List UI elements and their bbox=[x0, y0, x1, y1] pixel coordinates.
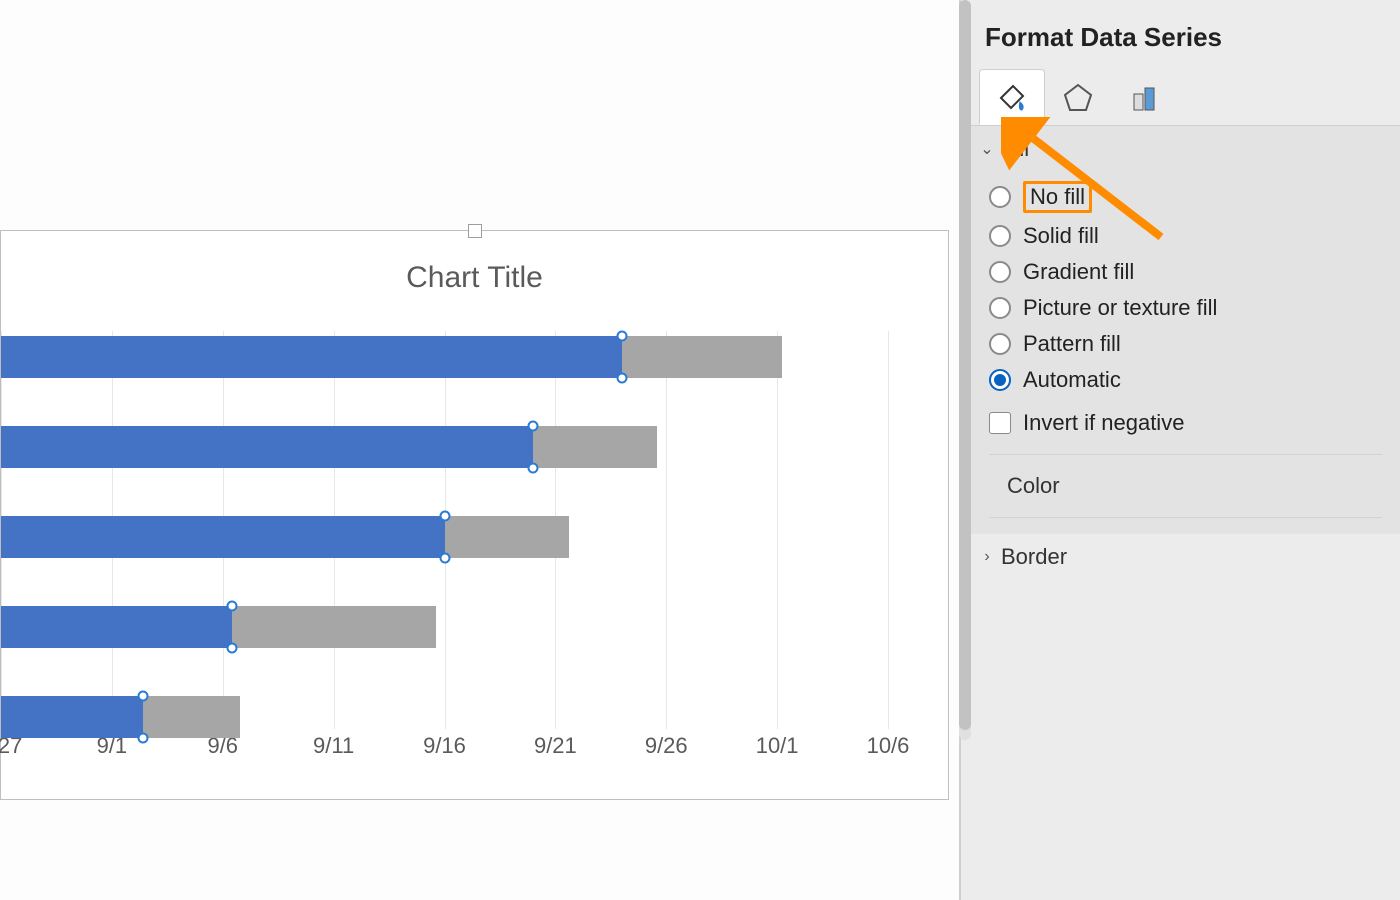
bar-segment-series1[interactable] bbox=[1, 606, 232, 648]
selection-dot[interactable] bbox=[226, 601, 237, 612]
selection-dot[interactable] bbox=[528, 463, 539, 474]
tab-series-options[interactable] bbox=[1111, 69, 1177, 125]
annotation-highlight: No fill bbox=[1023, 181, 1092, 213]
fill-option-label: Solid fill bbox=[1023, 223, 1099, 249]
bar-segment-series1[interactable] bbox=[1, 696, 143, 738]
chart-title[interactable]: Chart Title bbox=[1, 261, 948, 295]
chart-plot: 8/279/19/69/119/169/219/2610/110/6 bbox=[1, 331, 888, 759]
bar-chart-icon bbox=[1127, 80, 1161, 114]
bar-row[interactable] bbox=[1, 336, 888, 378]
bar-segment-series2[interactable] bbox=[533, 426, 657, 468]
bar-row[interactable] bbox=[1, 696, 888, 738]
radio-icon[interactable] bbox=[989, 225, 1011, 247]
chevron-right-icon: › bbox=[979, 548, 995, 566]
bar-row[interactable] bbox=[1, 516, 888, 558]
format-panel: Format Data Series bbox=[960, 0, 1400, 900]
bar-segment-series2[interactable] bbox=[232, 606, 436, 648]
border-section-label: Border bbox=[1001, 544, 1067, 570]
invert-if-negative-label: Invert if negative bbox=[1023, 410, 1184, 436]
fill-option-solid-fill[interactable]: Solid fill bbox=[989, 218, 1382, 254]
selection-dot[interactable] bbox=[439, 511, 450, 522]
fill-option-label: Picture or texture fill bbox=[1023, 295, 1217, 321]
panel-title: Format Data Series bbox=[961, 0, 1400, 69]
selection-dot[interactable] bbox=[616, 331, 627, 342]
bar-row[interactable] bbox=[1, 606, 888, 648]
border-section-header[interactable]: › Border bbox=[961, 534, 1400, 580]
radio-icon[interactable] bbox=[989, 333, 1011, 355]
fill-option-label: Pattern fill bbox=[1023, 331, 1121, 357]
fill-option-label: No fill bbox=[1030, 184, 1085, 209]
checkbox-icon[interactable] bbox=[989, 412, 1011, 434]
selection-dot[interactable] bbox=[137, 691, 148, 702]
panel-body: ⌄ Fill No fill Solid fill Gradient fill Pic… bbox=[961, 125, 1400, 900]
fill-option-picture-or-texture-fill[interactable]: Picture or texture fill bbox=[989, 290, 1382, 326]
bar-segment-series1[interactable] bbox=[1, 336, 622, 378]
gridline bbox=[888, 331, 889, 729]
fill-option-label: Gradient fill bbox=[1023, 259, 1134, 285]
tab-fill-and-line[interactable] bbox=[979, 69, 1045, 125]
radio-icon[interactable] bbox=[989, 186, 1011, 208]
panel-tab-strip bbox=[961, 69, 1400, 125]
divider bbox=[989, 454, 1382, 455]
fill-option-automatic[interactable]: Automatic bbox=[989, 362, 1382, 398]
invert-if-negative-row[interactable]: Invert if negative bbox=[989, 398, 1382, 448]
selection-dot[interactable] bbox=[137, 733, 148, 744]
fill-option-label: Automatic bbox=[1023, 367, 1121, 393]
fill-option-gradient-fill[interactable]: Gradient fill bbox=[989, 254, 1382, 290]
bar-segment-series2[interactable] bbox=[622, 336, 782, 378]
bar-segment-series1[interactable] bbox=[1, 426, 533, 468]
fill-option-pattern-fill[interactable]: Pattern fill bbox=[989, 326, 1382, 362]
chart-area[interactable]: Chart Title 8/279/19/69/119/169/219/2610… bbox=[0, 0, 960, 900]
bar-segment-series1[interactable] bbox=[1, 516, 445, 558]
selection-dot[interactable] bbox=[528, 421, 539, 432]
radio-icon[interactable] bbox=[989, 369, 1011, 391]
pentagon-icon bbox=[1061, 80, 1095, 114]
divider bbox=[989, 517, 1382, 518]
fill-options: No fill Solid fill Gradient fill Picture or… bbox=[961, 172, 1400, 534]
selection-dot[interactable] bbox=[439, 553, 450, 564]
tab-effects[interactable] bbox=[1045, 69, 1111, 125]
paint-bucket-icon bbox=[995, 80, 1029, 114]
fill-section-header[interactable]: ⌄ Fill bbox=[961, 126, 1400, 172]
fill-option-no-fill[interactable]: No fill bbox=[989, 176, 1382, 218]
bar-row[interactable] bbox=[1, 426, 888, 468]
radio-icon[interactable] bbox=[989, 261, 1011, 283]
selection-handle-top[interactable] bbox=[468, 224, 482, 238]
radio-icon[interactable] bbox=[989, 297, 1011, 319]
selection-dot[interactable] bbox=[616, 373, 627, 384]
bar-segment-series2[interactable] bbox=[143, 696, 241, 738]
chart-canvas[interactable]: Chart Title 8/279/19/69/119/169/219/2610… bbox=[0, 230, 949, 800]
fill-section-label: Fill bbox=[1001, 136, 1029, 162]
chevron-down-icon: ⌄ bbox=[979, 139, 995, 159]
bar-segment-series2[interactable] bbox=[445, 516, 569, 558]
color-row[interactable]: Color bbox=[989, 461, 1382, 511]
selection-dot[interactable] bbox=[226, 643, 237, 654]
